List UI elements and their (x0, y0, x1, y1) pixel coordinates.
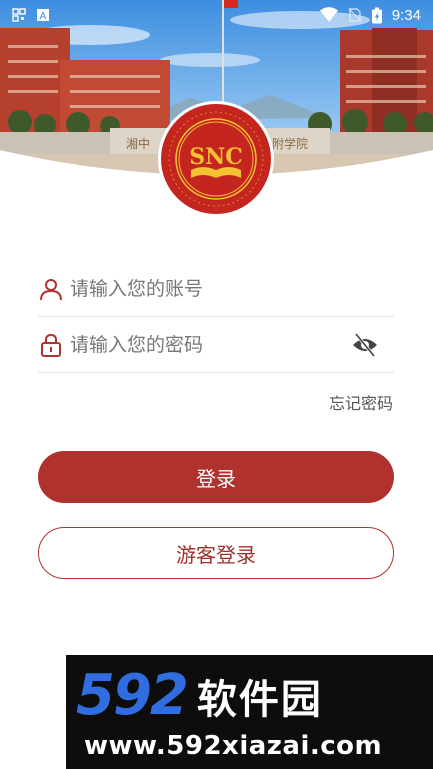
school-emblem: SNC (157, 100, 275, 218)
account-input[interactable] (70, 278, 394, 300)
gate-text-right: 附学院 (272, 136, 308, 151)
status-bar: A 9:34 (0, 0, 433, 30)
login-button[interactable]: 登录 (38, 451, 394, 503)
watermark-number: 592 (76, 663, 189, 728)
watermark-brand: 软件园 (196, 676, 323, 723)
watermark-banner: 592 软件园 www.592xiazai.com (66, 655, 433, 769)
watermark-url: www.592xiazai.com (84, 731, 383, 761)
wifi-icon (319, 7, 338, 22)
svg-text:A: A (40, 11, 47, 22)
emblem-letters: SNC (189, 144, 243, 170)
password-input[interactable] (70, 334, 350, 356)
a-icon: A (37, 9, 49, 22)
forgot-password-link[interactable]: 忘记密码 (329, 390, 393, 414)
qr-icon (12, 8, 26, 22)
no-sim-icon (348, 8, 362, 22)
status-time: 9:34 (391, 6, 421, 24)
password-field[interactable] (38, 318, 394, 373)
user-icon (38, 276, 64, 302)
guest-login-button[interactable]: 游客登录 (38, 527, 394, 579)
battery-charging-icon (371, 7, 382, 23)
eye-off-icon[interactable] (350, 330, 380, 360)
lock-icon (38, 332, 64, 358)
account-field[interactable] (38, 262, 394, 317)
gate-text-left: 湘中 (126, 136, 150, 151)
